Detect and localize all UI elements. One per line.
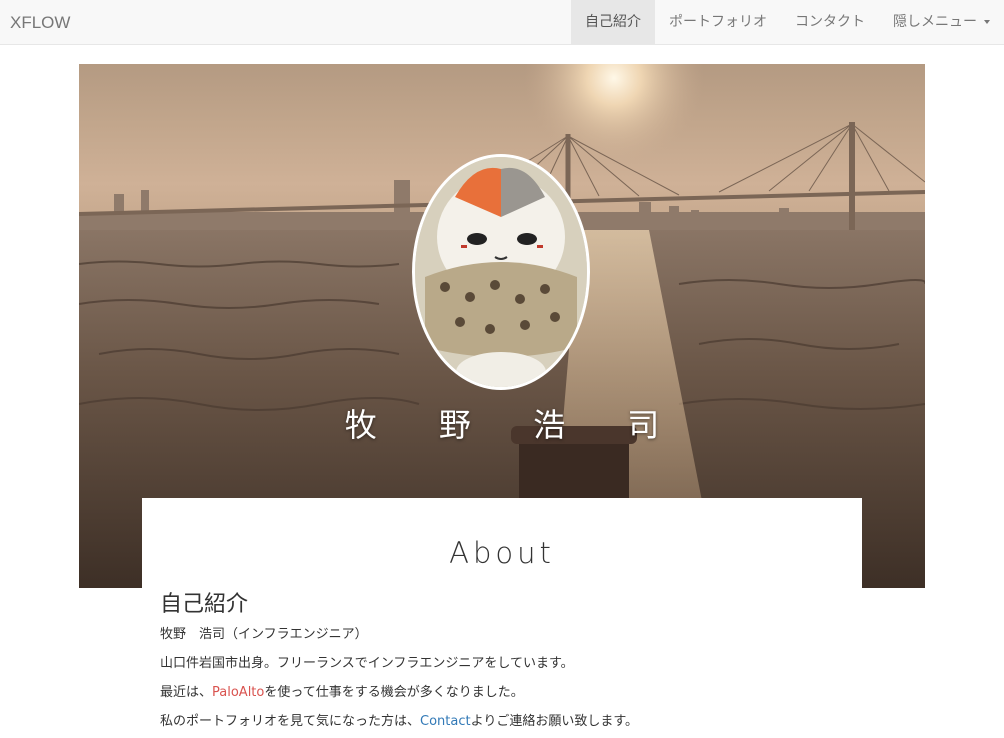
caret-down-icon: [984, 20, 990, 24]
about-section: About 自己紹介 牧野 浩司（インフラエンジニア） 山口件岩国市出身。フリー…: [142, 498, 862, 738]
section-heading: 自己紹介: [160, 592, 249, 617]
nav-item-hidden-menu[interactable]: 隠しメニュー: [879, 0, 1004, 44]
intro-line-hometown: 山口件岩国市出身。フリーランスでインフラエンジニアをしています。: [160, 656, 574, 671]
contact-link[interactable]: Contact: [420, 714, 471, 729]
nav-item-portfolio[interactable]: ポートフォリオ: [655, 0, 781, 44]
intro-line-recent: 最近は、PaloAltoを使って仕事をする機会が多くなりました。: [160, 681, 524, 700]
hero-name: 牧 野 浩 司: [344, 406, 686, 444]
intro-line-name: 牧野 浩司（インフラエンジニア）: [160, 627, 368, 642]
nav-menu: 自己紹介 ポートフォリオ コンタクト 隠しメニュー: [571, 0, 1004, 45]
brand-logo[interactable]: XFLOW: [10, 0, 70, 45]
recent-text-before: 最近は、: [160, 685, 213, 700]
top-navbar: XFLOW 自己紹介 ポートフォリオ コンタクト 隠しメニュー: [0, 0, 1004, 45]
contact-text-before: 私のポートフォリオを見て気になった方は、: [160, 714, 421, 729]
nav-item-about[interactable]: 自己紹介: [571, 0, 655, 44]
intro-line-contact: 私のポートフォリオを見て気になった方は、Contactよりご連絡お願い致します。: [160, 710, 638, 729]
nav-item-contact[interactable]: コンタクト: [781, 0, 879, 44]
recent-text-after: を使って仕事をする機会が多くなりました。: [264, 685, 524, 700]
profile-avatar: [412, 154, 590, 390]
hidden-menu-label: 隠しメニュー: [893, 14, 977, 30]
about-title: About: [449, 536, 555, 570]
paloalto-link[interactable]: PaloAlto: [212, 685, 264, 700]
cat-plush-image: [415, 157, 587, 387]
contact-text-after: よりご連絡お願い致します。: [470, 714, 639, 729]
